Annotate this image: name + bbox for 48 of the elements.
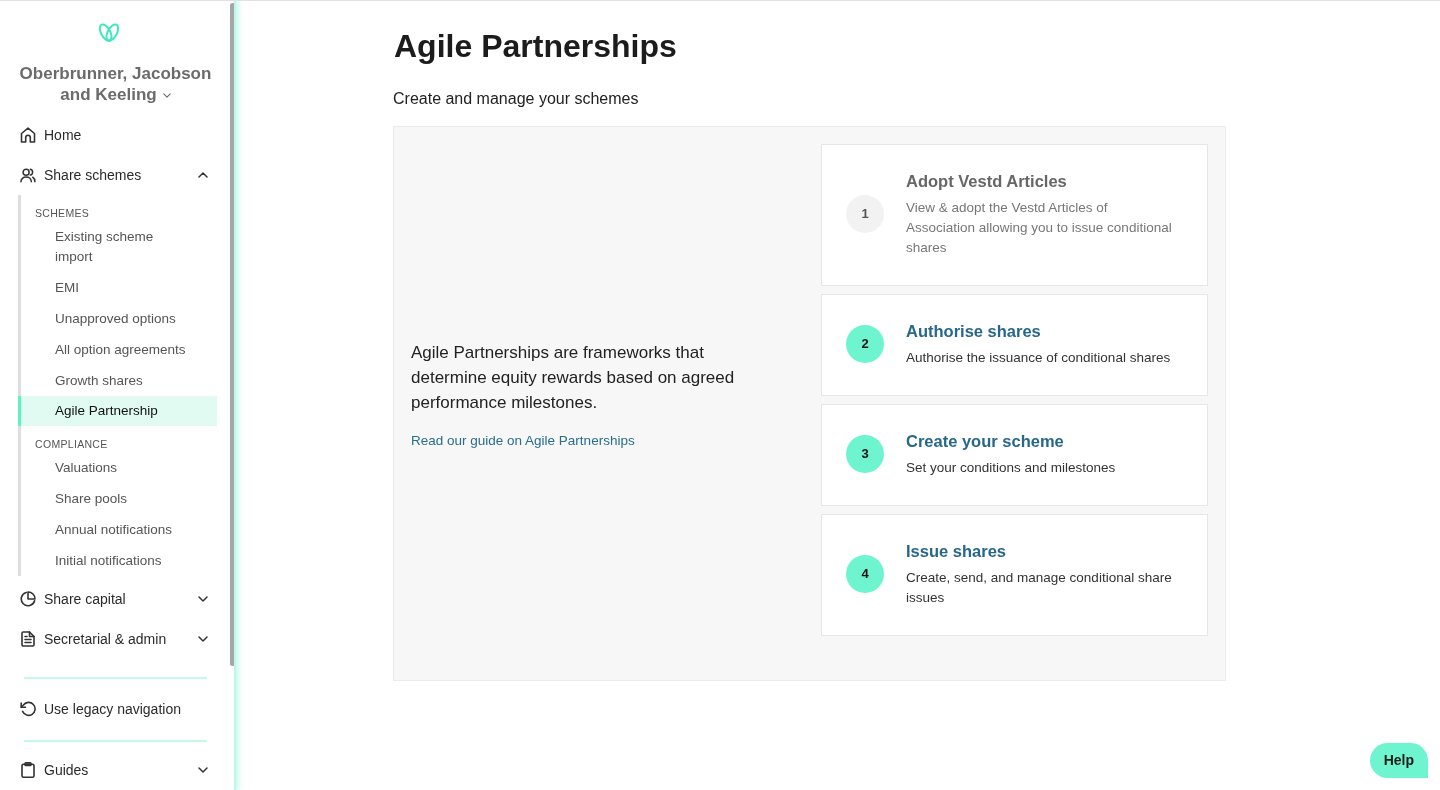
nav-subitem[interactable]: All option agreements [18, 334, 217, 365]
nav-subitem[interactable]: EMI [18, 272, 217, 303]
nav-subitem[interactable]: Agile Partnership [18, 396, 217, 426]
help-button[interactable]: Help [1369, 743, 1428, 778]
page-title: Agile Partnerships [393, 27, 678, 66]
step-title: Issue shares [906, 541, 1007, 562]
nav-subitem[interactable]: Share pools [18, 483, 217, 514]
nav-item[interactable]: Guides [0, 754, 231, 786]
home-icon [20, 127, 36, 143]
step-description: View & adopt the Vestd Articles of Association allowing you to issue conditional shares [906, 199, 1173, 257]
nav-item[interactable]: Secretarial & admin [0, 619, 231, 659]
step-title: Adopt Vestd Articles [906, 171, 1068, 192]
step-description: Authorise the issuance of conditional shares [906, 349, 1172, 367]
nav-item[interactable]: Share schemes [0, 155, 231, 195]
clipboard-icon [20, 762, 36, 778]
step-number: 1 [846, 194, 884, 233]
section-heading: SCHEMES [34, 206, 91, 221]
step-number: 4 [846, 554, 884, 593]
nav-item[interactable]: Home [0, 115, 231, 155]
page-subtitle: Create and manage your schemes [393, 89, 640, 109]
nav-subitem[interactable]: Initial notifications [18, 545, 217, 576]
company-switcher[interactable]: Oberbrunner, Jacobson and Keeling [0, 63, 231, 105]
step-card[interactable]: 4 Issue shares Create, send, and manage conditional share issues [821, 514, 1208, 636]
step-card[interactable]: 2 Authorise shares Authorise the issuance of conditional shares [821, 294, 1208, 396]
nav-item[interactable]: Use legacy navigation [0, 689, 231, 729]
nav-subitem[interactable]: Annual notifications [18, 514, 217, 545]
people-icon [20, 167, 36, 183]
nav-subitem[interactable]: Valuations [18, 452, 217, 483]
step-description: Set your conditions and milestones [906, 459, 1117, 477]
scrollbar-thumb[interactable] [230, 3, 234, 666]
step-number: 2 [846, 324, 884, 363]
pie-chart-icon [20, 591, 36, 607]
nav-subitem[interactable]: Growth shares [18, 365, 217, 396]
nav-subitem[interactable]: Existing scheme import [18, 221, 217, 272]
step-card[interactable]: 3 Create your scheme Set your conditions and milestones [821, 404, 1208, 506]
logo-icon [96, 23, 121, 43]
rotate-arrow-icon [20, 701, 36, 717]
step-number: 3 [846, 434, 884, 473]
chevron-down-icon [162, 93, 171, 98]
step-title: Authorise shares [906, 321, 1042, 342]
step-title: Create your scheme [906, 431, 1065, 452]
document-icon [20, 631, 36, 647]
step-description: Create, send, and manage conditional share issues [906, 569, 1173, 607]
nav-item[interactable]: Share capital [0, 579, 231, 619]
guide-link[interactable]: Read our guide on Agile Partnerships [411, 433, 635, 448]
intro-text: Agile Partnerships are frameworks that determine equity rewards based on agreed performance milestones. [411, 342, 736, 414]
section-heading: COMPLIANCE [34, 437, 109, 452]
nav-subitem[interactable]: Unapproved options [18, 303, 217, 334]
